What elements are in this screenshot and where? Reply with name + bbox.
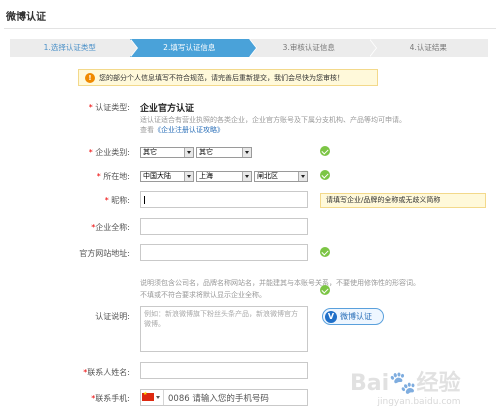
valid-check-icon bbox=[320, 285, 330, 295]
valid-check-icon bbox=[320, 170, 330, 180]
chevron-down-icon bbox=[298, 172, 307, 181]
progress-steps: 1.选择认证类型 2.填写认证信息 3.审核认证信息 4.认证结果 bbox=[10, 39, 488, 57]
nickname-label: * 昵称: bbox=[104, 196, 130, 205]
desc-placeholder: 例如：新浪微博旗下粉丝头条产品，新浪微博官方微博。 bbox=[144, 310, 298, 328]
phone-divider bbox=[163, 390, 164, 405]
chevron-down-icon bbox=[184, 148, 193, 157]
type-value: 企业官方认证 bbox=[140, 104, 195, 114]
chevron-down-icon bbox=[242, 148, 251, 157]
verified-v-icon: V bbox=[325, 310, 337, 323]
type-description: 适认证适合有营业执照的各类企业，企业官方账号及下属分支机构、产品等均可申请。 bbox=[140, 116, 406, 124]
contact-input[interactable] bbox=[140, 362, 308, 379]
warning-icon: ! bbox=[85, 72, 95, 83]
chevron-down-icon[interactable] bbox=[156, 396, 160, 399]
baidu-jingyan-watermark: Bai🐾经验 jingyan.baidu.com bbox=[350, 371, 461, 407]
step-1: 1.选择认证类型 bbox=[10, 39, 137, 57]
valid-check-icon bbox=[320, 247, 330, 257]
category-label: * 企业类别: bbox=[88, 148, 130, 157]
china-flag-icon[interactable] bbox=[142, 391, 154, 401]
desc-hint-1: 说明须包含公司名，品牌名称网站名，并能建其与本账号关系，不要使用修饰性的形容词。 bbox=[140, 279, 420, 287]
step-4: 4.认证结果 bbox=[368, 39, 488, 57]
text-cursor bbox=[144, 196, 145, 204]
province-select[interactable]: 上海 bbox=[196, 171, 252, 182]
website-input[interactable] bbox=[140, 244, 308, 261]
location-label: * 所在地: bbox=[96, 172, 130, 181]
fullname-input[interactable] bbox=[140, 218, 308, 235]
desc-textarea[interactable]: 例如：新浪微博旗下粉丝头条产品，新浪微博官方微博。 bbox=[140, 306, 308, 352]
country-select[interactable]: 中国大陆 bbox=[140, 171, 194, 182]
valid-check-icon bbox=[320, 146, 330, 156]
step-2: 2.填写认证信息 bbox=[129, 39, 257, 57]
fullname-label: *企业全称: bbox=[91, 223, 130, 232]
weibo-verified-badge: V 微博认证 bbox=[322, 308, 384, 325]
nickname-input[interactable] bbox=[140, 191, 308, 208]
contact-label: *联系人姓名: bbox=[83, 368, 130, 377]
step-3: 3.审核认证信息 bbox=[249, 39, 376, 57]
chevron-down-icon bbox=[242, 172, 251, 181]
phone-placeholder: 0086 请输入您的手机号码 bbox=[168, 394, 269, 404]
warning-text: 您的部分个人信息填写不符合规范，请完善后重新提交，我们会尽快为您审核！ bbox=[99, 73, 344, 82]
page-title: 微博认证 bbox=[6, 12, 46, 23]
warning-notice: ! 您的部分个人信息填写不符合规范，请完善后重新提交，我们会尽快为您审核！ bbox=[78, 69, 378, 86]
type-label: * 认证类型: bbox=[88, 103, 130, 112]
website-label: 官方网站地址: bbox=[79, 249, 130, 258]
phone-label: *联系手机: bbox=[91, 394, 130, 403]
title-divider bbox=[4, 28, 496, 29]
type-guide: 查看《企业注册认证攻略》 bbox=[140, 126, 224, 134]
chevron-down-icon bbox=[184, 172, 193, 181]
category-select-1[interactable]: 其它 bbox=[140, 147, 194, 158]
desc-label: 认证说明: bbox=[95, 312, 130, 321]
category-select-2[interactable]: 其它 bbox=[196, 147, 252, 158]
desc-hint-2: 不填或不符合要求将默认显示企业全称。 bbox=[140, 291, 266, 299]
nickname-tip: 请填写企业/品牌的全称或无歧义简称 bbox=[320, 193, 486, 208]
guide-link[interactable]: 《企业注册认证攻略》 bbox=[154, 126, 224, 134]
district-select[interactable]: 闸北区 bbox=[254, 171, 308, 182]
